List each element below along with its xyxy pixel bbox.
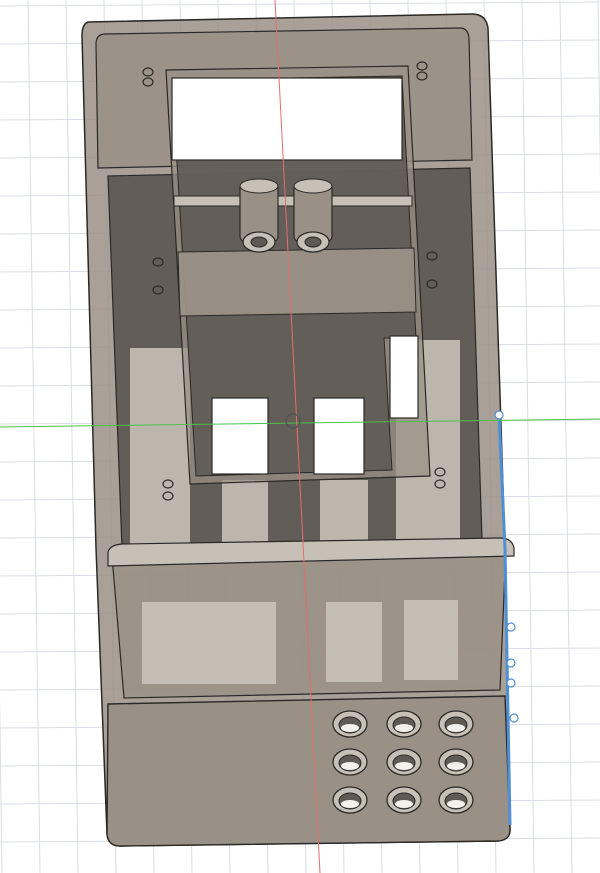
- enclosure-model[interactable]: [81, 13, 519, 847]
- rail-bar: [173, 195, 413, 207]
- inner-ledge: [177, 247, 417, 317]
- edge-vertex-point[interactable]: [494, 410, 504, 420]
- standoff-cylinder-left[interactable]: [239, 178, 279, 253]
- floor-panel-2: [222, 480, 268, 546]
- port-hole: [438, 748, 474, 776]
- viewport-canvas[interactable]: [0, 0, 600, 873]
- front-panel-1: [142, 602, 276, 684]
- port-hole: [332, 748, 368, 776]
- cutout-window-middle: [313, 397, 365, 475]
- front-panel-3: [404, 600, 458, 680]
- standoff-cylinder-right[interactable]: [293, 178, 333, 253]
- port-hole: [332, 786, 368, 814]
- port-hole-grid: [332, 710, 474, 814]
- edge-vertex-point[interactable]: [506, 622, 516, 632]
- edge-vertex-point[interactable]: [506, 678, 516, 688]
- port-hole: [332, 710, 368, 738]
- cutout-window-left: [211, 397, 269, 475]
- floor-panel-1: [130, 348, 190, 544]
- floor-panel-3: [320, 480, 368, 546]
- top-window: [171, 77, 403, 161]
- cutout-window-right: [389, 335, 419, 419]
- front-panel-2: [326, 602, 382, 682]
- edge-vertex-point[interactable]: [506, 658, 516, 668]
- port-hole: [386, 710, 422, 738]
- cad-viewport[interactable]: [0, 0, 600, 873]
- port-hole: [386, 786, 422, 814]
- port-hole: [438, 710, 474, 738]
- port-hole: [386, 748, 422, 776]
- port-hole: [438, 786, 474, 814]
- edge-vertex-point[interactable]: [509, 713, 519, 723]
